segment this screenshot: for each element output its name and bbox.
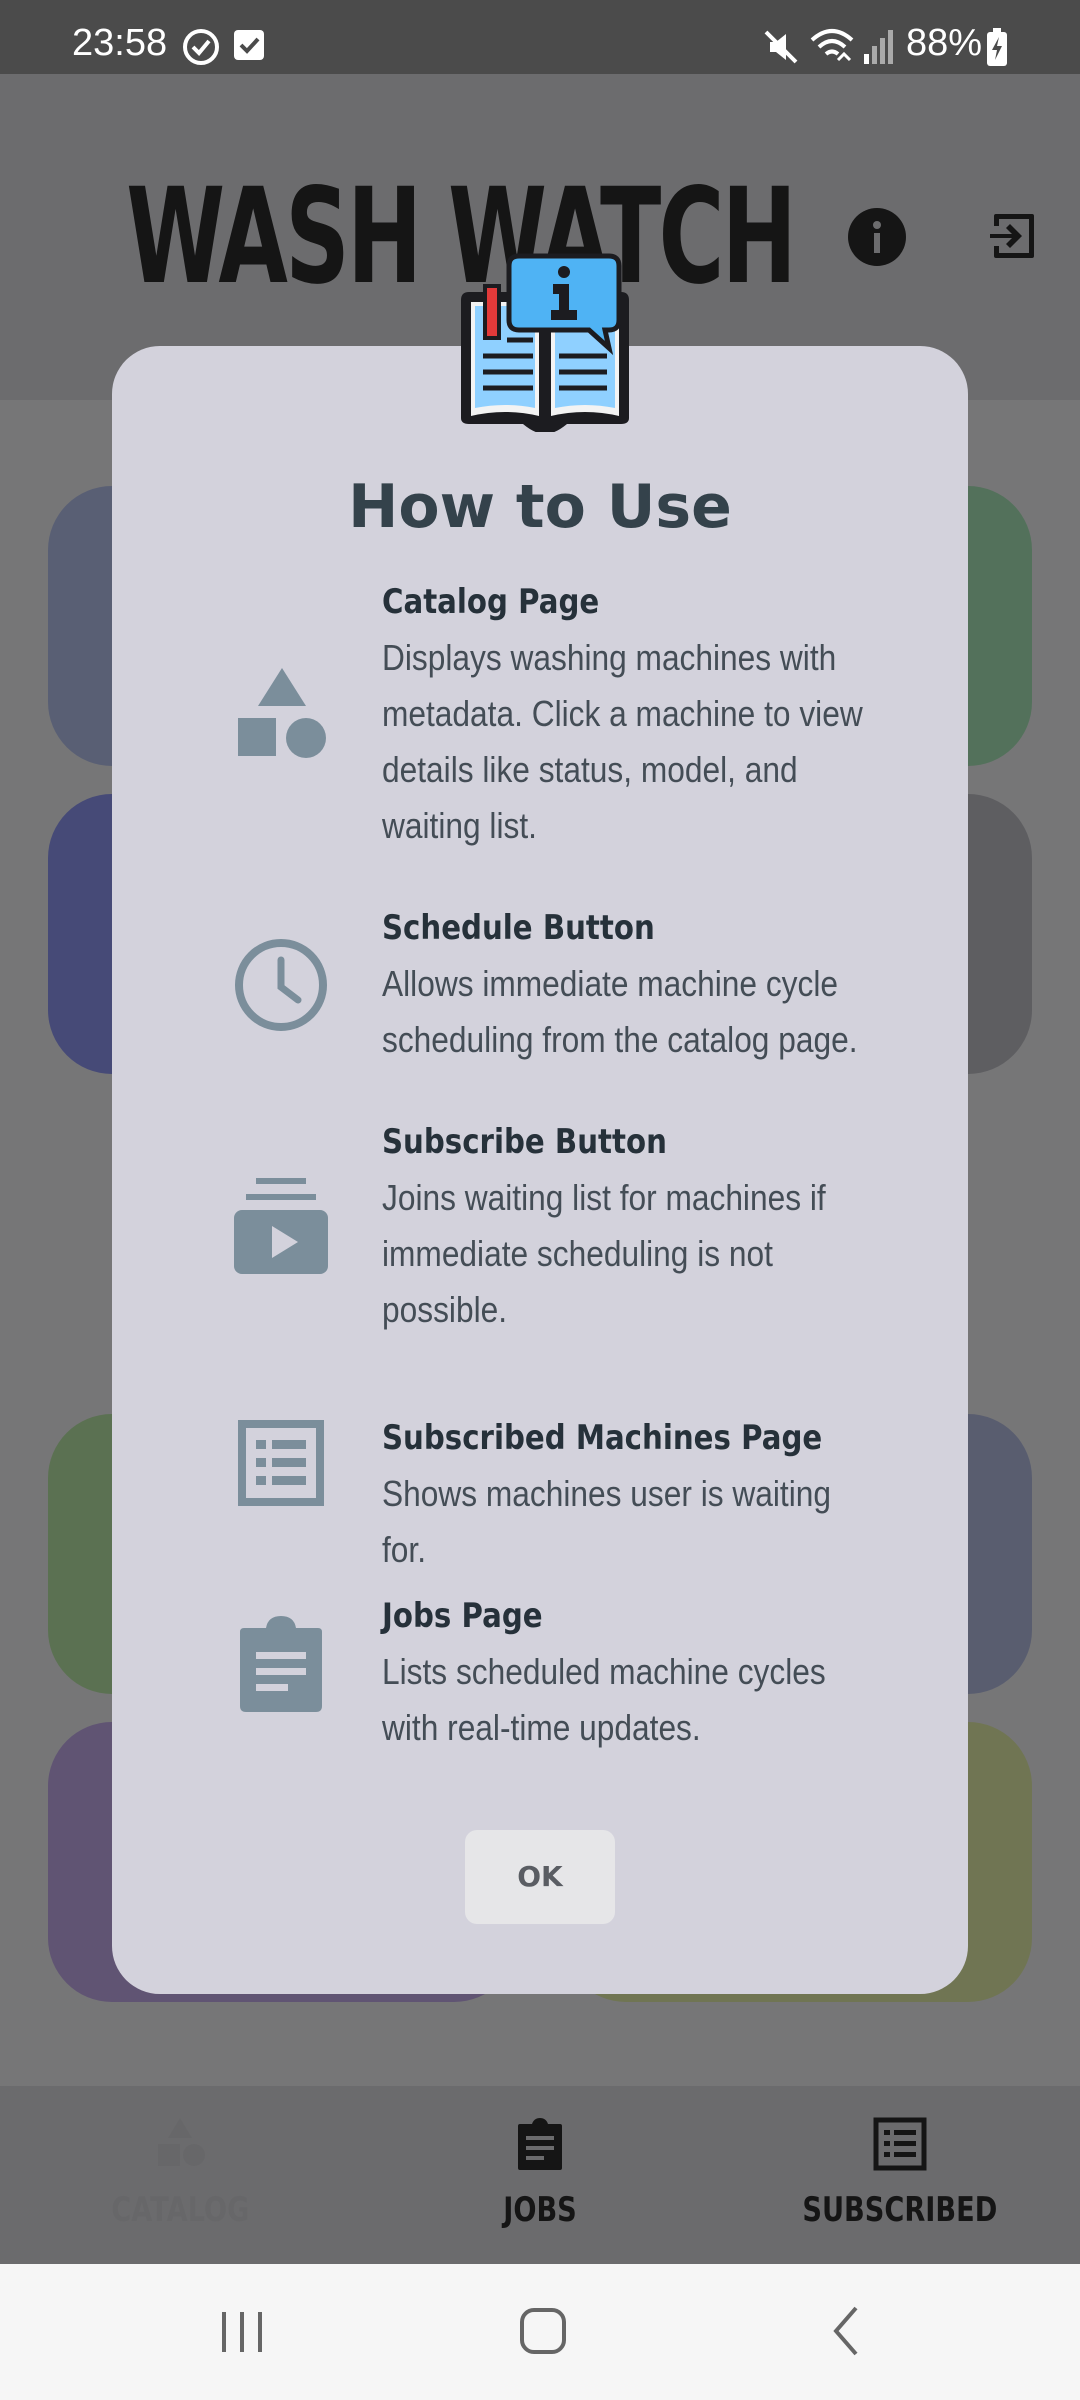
help-item-description: Joins waiting list for machines if immed… bbox=[382, 1177, 826, 1330]
help-item-description: Allows immediate machine cycle schedulin… bbox=[382, 963, 858, 1060]
status-time: 23:58 bbox=[72, 22, 168, 64]
clock-icon bbox=[235, 939, 327, 1031]
help-item-description: Lists scheduled machine cycles with real… bbox=[382, 1651, 826, 1748]
battery-charging-icon bbox=[987, 28, 1007, 66]
checkbox-icon bbox=[234, 30, 264, 60]
shapes-icon bbox=[238, 668, 326, 758]
subscriptions-icon bbox=[234, 1178, 328, 1274]
help-item-title: Subscribed Machines Page bbox=[382, 1418, 823, 1458]
help-item-description: Shows machines user is waiting for. bbox=[382, 1473, 832, 1570]
signal-icon bbox=[864, 30, 893, 64]
sync-icon bbox=[183, 29, 219, 65]
dialog-title: How to Use bbox=[348, 472, 732, 542]
wifi-icon bbox=[810, 29, 854, 62]
system-navigation-bar bbox=[0, 2264, 1080, 2400]
battery-percentage: 88% bbox=[906, 22, 983, 64]
help-item-title: Catalog Page bbox=[382, 582, 600, 622]
help-item-title: Schedule Button bbox=[382, 908, 655, 948]
back-icon[interactable] bbox=[826, 2304, 866, 2358]
home-icon[interactable] bbox=[518, 2304, 568, 2358]
clipboard-icon bbox=[240, 1616, 322, 1712]
help-item-description: Displays washing machines with metadata.… bbox=[382, 637, 863, 846]
recents-icon[interactable] bbox=[218, 2304, 266, 2360]
help-item-title: Subscribe Button bbox=[382, 1122, 667, 1162]
ok-button[interactable]: OK bbox=[465, 1830, 615, 1924]
list-icon bbox=[238, 1420, 324, 1506]
mute-icon bbox=[764, 30, 798, 64]
help-item-title: Jobs Page bbox=[382, 1596, 543, 1636]
info-book-icon bbox=[461, 253, 629, 432]
status-bar: 23:58 88% bbox=[0, 0, 1080, 74]
